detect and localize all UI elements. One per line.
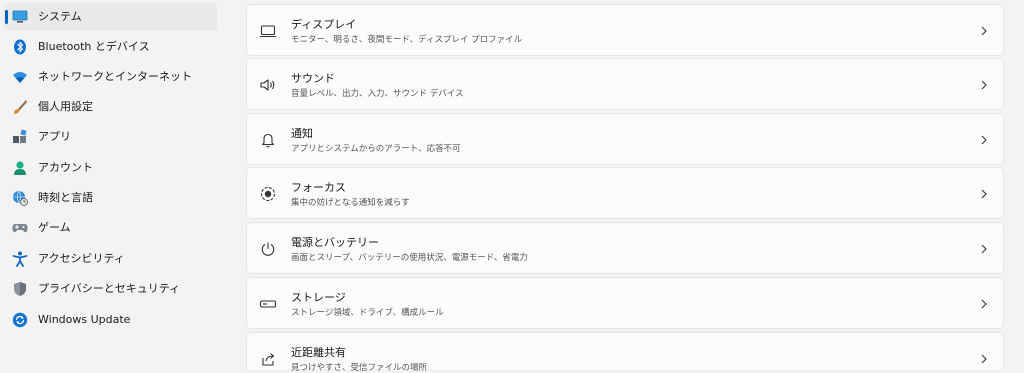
card-subtitle: アプリとシステムからのアラート、応答不可 [291, 144, 461, 154]
sidebar-item-label: 時刻と言語 [38, 191, 93, 204]
sidebar-item-label: プライバシーとセキュリティ [38, 282, 181, 295]
sidebar-item-accessibility[interactable]: アクセシビリティ [4, 245, 217, 273]
card-title: 電源とバッテリー [291, 236, 379, 249]
card-subtitle: 画面とスリープ、バッテリーの使用状況、電源モード、省電力 [291, 253, 528, 263]
card-subtitle: ストレージ領域、ドライブ、構成ルール [291, 308, 444, 318]
settings-card-display[interactable]: ディスプレイ モニター、明るさ、夜間モード、ディスプレイ プロファイル [246, 4, 1004, 56]
sidebar-item-network[interactable]: ネットワークとインターネット [4, 63, 217, 91]
accessibility-icon [12, 251, 28, 267]
card-title: フォーカス [291, 181, 346, 194]
bluetooth-icon [12, 39, 28, 55]
sidebar-item-label: ゲーム [38, 221, 71, 234]
focus-icon [259, 185, 277, 203]
apps-icon [12, 129, 28, 145]
sidebar-item-label: Windows Update [38, 313, 131, 326]
person-icon [12, 160, 28, 176]
sidebar-item-time-language[interactable]: 時刻と言語 [4, 184, 217, 212]
chevron-right-icon [978, 352, 990, 366]
sidebar-item-label: アプリ [38, 130, 71, 143]
sidebar-item-apps[interactable]: アプリ [4, 123, 217, 151]
sidebar-item-privacy-security[interactable]: プライバシーとセキュリティ [4, 275, 217, 303]
sidebar-item-bluetooth[interactable]: Bluetooth とデバイス [4, 33, 217, 61]
settings-card-notifications[interactable]: 通知 アプリとシステムからのアラート、応答不可 [246, 113, 1004, 165]
wifi-icon [12, 69, 28, 85]
settings-card-power-battery[interactable]: 電源とバッテリー 画面とスリープ、バッテリーの使用状況、電源モード、省電力 [246, 222, 1004, 274]
card-title: ディスプレイ [291, 18, 357, 31]
chevron-right-icon [978, 78, 990, 92]
sidebar-item-gaming[interactable]: ゲーム [4, 214, 217, 242]
chevron-right-icon [978, 242, 990, 256]
storage-icon [259, 295, 277, 313]
shield-icon [12, 281, 28, 297]
sidebar-item-label: ネットワークとインターネット [38, 70, 192, 83]
selection-indicator [5, 10, 8, 24]
display-icon [259, 22, 277, 40]
windows-update-icon [12, 312, 28, 328]
card-subtitle: 音量レベル、出力、入力、サウンド デバイス [291, 89, 464, 99]
card-title: 近距離共有 [291, 346, 346, 359]
sidebar-item-personalization[interactable]: 個人用設定 [4, 93, 217, 121]
sidebar-item-accounts[interactable]: アカウント [4, 154, 217, 182]
sidebar-item-windows-update[interactable]: Windows Update [4, 306, 217, 334]
speaker-icon [259, 76, 277, 94]
settings-card-storage[interactable]: ストレージ ストレージ領域、ドライブ、構成ルール [246, 277, 1004, 329]
settings-card-sound[interactable]: サウンド 音量レベル、出力、入力、サウンド デバイス [246, 58, 1004, 110]
chevron-right-icon [978, 133, 990, 147]
sidebar-item-label: Bluetooth とデバイス [38, 40, 150, 53]
card-title: サウンド [291, 72, 335, 85]
bell-icon [259, 131, 277, 149]
sidebar: システム Bluetooth とデバイス ネットワークとインターネット 個人用設… [0, 0, 230, 369]
globe-clock-icon [12, 190, 28, 206]
paintbrush-icon [12, 99, 28, 115]
settings-card-focus[interactable]: フォーカス 集中の妨げとなる通知を減らす [246, 167, 1004, 219]
settings-card-nearby-sharing[interactable]: 近距離共有 見つけやすさ、受信ファイルの場所 [246, 332, 1004, 373]
card-title: 通知 [291, 127, 313, 140]
gamepad-icon [12, 220, 28, 236]
sidebar-item-label: アカウント [38, 161, 93, 174]
sidebar-item-system[interactable]: システム [4, 3, 217, 31]
sidebar-item-label: 個人用設定 [38, 100, 93, 113]
chevron-right-icon [978, 24, 990, 38]
card-subtitle: 見つけやすさ、受信ファイルの場所 [291, 363, 428, 373]
sidebar-item-label: アクセシビリティ [38, 252, 125, 265]
sidebar-item-label: システム [38, 10, 82, 23]
chevron-right-icon [978, 187, 990, 201]
card-subtitle: 集中の妨げとなる通知を減らす [291, 198, 410, 208]
chevron-right-icon [978, 297, 990, 311]
power-icon [259, 240, 277, 258]
card-title: ストレージ [291, 291, 346, 304]
system-monitor-icon [12, 9, 28, 25]
share-icon [259, 350, 277, 368]
card-subtitle: モニター、明るさ、夜間モード、ディスプレイ プロファイル [291, 35, 523, 45]
